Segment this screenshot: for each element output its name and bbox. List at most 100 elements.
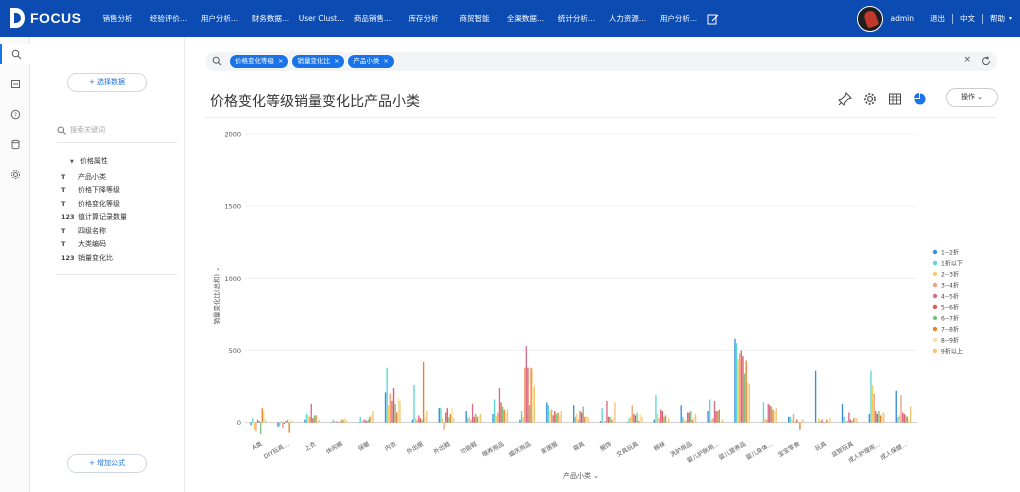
field-item[interactable]: 123 销量变化比 [61,251,127,265]
field-item[interactable]: T 四级名称 [61,224,127,238]
field-item[interactable]: 123 值计算记录数量 [61,211,127,225]
nav-item[interactable]: 人力资源... [602,13,653,24]
field-item[interactable]: T 价格下降等级 [61,184,127,198]
bar [530,367,532,423]
bar [424,416,426,423]
close-icon[interactable]: × [334,57,339,65]
bar [712,418,714,423]
bar [396,412,398,423]
username[interactable]: admin [890,14,914,23]
nav-item[interactable]: 商贸智能 [449,13,500,24]
nav-item[interactable]: 用户分析... [653,13,704,24]
bar [495,415,497,423]
search-filter-bar[interactable]: 价格变化等级 × 销量变化比 × 产品小类 × × [205,52,997,71]
bar [611,419,613,423]
filter-chip[interactable]: 销量变化比 × [292,55,345,68]
refresh-icon[interactable] [981,56,991,66]
nav-item[interactable]: 库存分析 [398,13,449,24]
language-switch[interactable]: 中文 [958,13,977,24]
nav-item[interactable]: User Clust... [296,14,347,23]
chart-type-button[interactable] [911,90,928,107]
close-icon[interactable]: × [383,57,388,65]
legend-marker [932,304,938,310]
rail-search[interactable] [0,44,30,64]
rail-data[interactable] [0,134,30,154]
logout-link[interactable]: 退出 [928,13,947,24]
help-icon: ? [10,109,20,119]
gear-icon [863,92,876,105]
bar [775,408,777,423]
bar [691,419,694,423]
legend-label: 3--4折 [941,281,959,289]
bar [445,412,447,423]
bar [357,422,360,424]
bar [278,422,281,427]
clear-icon[interactable]: × [963,55,971,65]
field-search[interactable]: 搜索关键词 [57,123,177,137]
nav-item[interactable]: 财务数据... [245,13,296,24]
nav-item[interactable]: 统计分析... [551,13,602,24]
legend-marker [932,271,938,277]
add-formula-button[interactable]: + 增加公式 [67,454,147,473]
bar [791,419,793,423]
bar [422,361,425,423]
bar [900,395,902,423]
nav-item[interactable]: 经验评价... [143,13,194,24]
x-tick-label: 玩具 [814,441,828,453]
field-item[interactable]: T 产品小类 [61,170,127,184]
filter-chip[interactable]: 产品小类 × [348,55,394,68]
bar [532,369,534,423]
bar [883,412,885,423]
bar [264,419,267,423]
bar [663,416,665,423]
chevron-down-icon[interactable]: ▾ [1009,15,1012,22]
bar [467,418,469,423]
bar [824,422,826,424]
field-item[interactable]: T 价格变化等级 [61,197,127,211]
bar [313,415,316,423]
y-tick-label: 2000 [224,131,241,139]
bar [500,402,502,423]
rail-help[interactable]: ? [0,104,30,124]
bar [285,421,287,423]
operate-button[interactable]: 操作 ⌄ [946,88,998,107]
pie-chart-icon [913,92,925,104]
nav-item[interactable]: 全渠数据... [500,13,551,24]
brand-name: FOCUS [30,10,82,26]
rail-board[interactable] [0,74,30,94]
bar [856,418,858,423]
field-group-title[interactable]: ▼ 价格属性 [70,156,108,166]
nav-item[interactable]: 用户分析... [194,13,245,24]
bar [876,413,879,423]
bar [471,403,474,423]
bar [664,415,667,423]
close-icon[interactable]: × [278,57,283,65]
bar [315,415,317,423]
field-item[interactable]: T 大类编码 [61,238,127,252]
avatar[interactable] [857,5,884,32]
table-view-button[interactable] [886,90,903,107]
y-tick-label: 500 [229,347,241,355]
select-data-button[interactable]: + 选择数据 [67,73,147,92]
bar [773,411,776,423]
field-panel: + 选择数据 搜索关键词 ▼ 价格属性 T 产品小类 T 价格下降等级 T 价格变化等级… [30,37,185,492]
nav-item[interactable]: 销售分析 [92,13,143,24]
edit-icon[interactable] [706,12,720,26]
y-tick-label: 0 [237,419,241,427]
bar [870,370,872,423]
bar [560,411,562,423]
bar [767,403,769,423]
nav-item[interactable]: 商品销售... [347,13,398,24]
bar [718,409,720,423]
svg-text:?: ? [13,112,16,119]
help-link[interactable]: 帮助 [988,13,1007,24]
filter-chip[interactable]: 价格变化等级 × [230,55,289,68]
bar [802,419,804,423]
bar [388,405,390,423]
bar [361,421,363,423]
rail-settings[interactable] [0,164,30,184]
focus-logo[interactable]: FOCUS [8,7,82,31]
bar [792,413,795,423]
pin-button[interactable] [836,90,853,107]
settings-button[interactable] [861,90,878,107]
